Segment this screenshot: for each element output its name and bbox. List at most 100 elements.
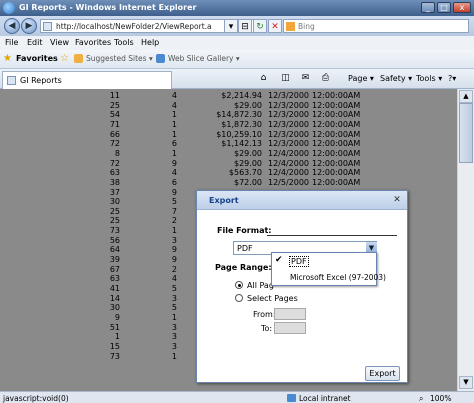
report-cell-amount: $14,872.30 xyxy=(216,110,262,120)
report-row: 72 9 $29.00 12/4/2000 12:00:00AM xyxy=(0,159,457,168)
menu-tools[interactable]: Tools xyxy=(114,38,134,47)
minimize-button[interactable]: _ xyxy=(421,2,435,13)
report-cell-amount: $1,142.13 xyxy=(221,139,262,149)
vertical-scrollbar[interactable]: ▲ ▼ xyxy=(457,89,474,391)
report-cell-amount: $72.00 xyxy=(234,177,262,187)
to-input[interactable] xyxy=(274,322,306,334)
report-cell-count: 1 xyxy=(171,110,177,120)
report-cell-date: 12/3/2000 xyxy=(268,129,310,139)
report-cell-time: 12:00:00AM xyxy=(312,129,361,139)
report-cell-qty: 25 xyxy=(109,100,120,110)
url-text: http://localhost/NewFolder2/ViewReport.a xyxy=(56,22,212,31)
search-placeholder: Bing xyxy=(298,22,315,31)
report-row: 66 1 $10,259.10 12/3/2000 12:00:00AM xyxy=(0,130,457,139)
address-bar: ◀ ▶ http://localhost/NewFolder2/ViewRepo… xyxy=(0,16,474,36)
report-cell-time: 12:00:00AM xyxy=(312,110,361,120)
feeds-icon[interactable]: ◫ xyxy=(280,73,291,84)
report-cell-qty: 72 xyxy=(109,158,120,168)
tools-menu[interactable]: Tools ▾ xyxy=(416,74,442,83)
report-cell-qty: 15 xyxy=(109,341,120,351)
to-label: To: xyxy=(261,324,273,333)
compatibility-view-icon[interactable]: ⊟ xyxy=(238,19,252,33)
menu-file[interactable]: File xyxy=(5,38,18,47)
close-icon[interactable]: ✕ xyxy=(392,195,402,205)
zoom-icon[interactable]: ⌕ xyxy=(419,394,423,403)
menu-help[interactable]: Help xyxy=(141,38,159,47)
report-cell-date: 12/5/2000 xyxy=(268,177,310,187)
tab-page-icon xyxy=(7,76,16,85)
help-menu[interactable]: ?▾ xyxy=(448,74,456,83)
report-cell-qty: 63 xyxy=(109,274,120,284)
favorites-button[interactable]: Favorites xyxy=(16,54,58,63)
close-window-button[interactable]: x xyxy=(453,2,471,13)
maximize-button[interactable]: □ xyxy=(437,2,451,13)
all-pages-radio[interactable] xyxy=(235,281,243,289)
stop-icon[interactable]: ✕ xyxy=(268,19,282,33)
report-cell-count: 1 xyxy=(171,351,177,361)
report-cell-amount: $10,259.10 xyxy=(216,129,262,139)
format-dropdown-list: ✔ PDF Microsoft Excel (97-2003) xyxy=(271,252,386,286)
select-pages-label[interactable]: Select Pages xyxy=(247,294,298,303)
report-cell-count: 9 xyxy=(171,245,177,255)
report-cell-count: 4 xyxy=(171,274,177,284)
report-cell-amount: $2,214.94 xyxy=(221,91,262,100)
web-slice-gallery-link[interactable]: Web Slice Gallery ▾ xyxy=(168,54,240,63)
report-cell-date: 12/4/2000 xyxy=(268,148,310,158)
zoom-level[interactable]: 100% xyxy=(430,394,451,403)
report-cell-qty: 9 xyxy=(114,312,120,322)
report-cell-qty: 63 xyxy=(109,168,120,178)
scroll-thumb[interactable] xyxy=(459,103,473,163)
all-pages-label[interactable]: All Pag xyxy=(247,281,274,290)
report-cell-qty: 73 xyxy=(109,351,120,361)
status-text: javascript:void(0) xyxy=(3,394,69,403)
report-cell-qty: 71 xyxy=(109,119,120,129)
report-row: 63 4 $563.70 12/4/2000 12:00:00AM xyxy=(0,168,457,177)
report-cell-amount: $29.00 xyxy=(234,100,262,110)
select-pages-radio[interactable] xyxy=(235,294,243,302)
tab-gi-reports[interactable]: GI Reports xyxy=(2,71,172,89)
report-cell-count: 4 xyxy=(171,91,177,100)
security-zone-text: Local intranet xyxy=(299,394,351,403)
report-cell-qty: 54 xyxy=(109,110,120,120)
report-cell-qty: 14 xyxy=(109,293,120,303)
export-button[interactable]: Export xyxy=(365,366,400,381)
option-pdf-label: PDF xyxy=(289,256,309,267)
address-dropdown-icon[interactable]: ▾ xyxy=(224,19,238,33)
report-cell-qty: 8 xyxy=(114,148,120,158)
report-row: 25 4 $29.00 12/3/2000 12:00:00AM xyxy=(0,101,457,110)
from-input[interactable] xyxy=(274,308,306,320)
suggested-sites-link[interactable]: Suggested Sites ▾ xyxy=(86,54,153,63)
report-row: 54 1 $14,872.30 12/3/2000 12:00:00AM xyxy=(0,110,457,119)
scroll-up-icon[interactable]: ▲ xyxy=(459,90,473,103)
mail-icon[interactable]: ✉ xyxy=(300,73,311,84)
favorites-bar: ★ Favorites ☆ Suggested Sites ▾ Web Slic… xyxy=(0,50,474,69)
menu-view[interactable]: View xyxy=(50,38,69,47)
report-cell-count: 1 xyxy=(171,312,177,322)
report-cell-qty: 1 xyxy=(114,332,120,342)
forward-button[interactable]: ▶ xyxy=(21,18,37,34)
print-icon[interactable]: ⎙ xyxy=(320,73,331,84)
back-button[interactable]: ◀ xyxy=(4,18,20,34)
report-cell-count: 3 xyxy=(171,322,177,332)
report-cell-date: 12/3/2000 xyxy=(268,119,310,129)
dialog-title: Export xyxy=(209,196,239,205)
safety-menu[interactable]: Safety ▾ xyxy=(380,74,412,83)
add-favorite-icon[interactable]: ☆ xyxy=(60,53,69,64)
ie-logo-icon xyxy=(3,2,15,14)
report-cell-count: 2 xyxy=(171,216,177,226)
option-excel[interactable]: Microsoft Excel (97-2003) xyxy=(272,271,386,284)
refresh-icon[interactable]: ↻ xyxy=(253,19,267,33)
search-input[interactable]: Bing xyxy=(283,19,469,33)
report-cell-count: 3 xyxy=(171,293,177,303)
favorites-star-icon[interactable]: ★ xyxy=(3,53,12,64)
report-cell-count: 9 xyxy=(171,255,177,265)
option-pdf[interactable]: ✔ PDF xyxy=(272,255,376,268)
report-cell-time: 12:00:00AM xyxy=(312,91,361,100)
report-cell-amount: $29.00 xyxy=(234,148,262,158)
menu-favorites[interactable]: Favorites xyxy=(75,38,111,47)
page-menu[interactable]: Page ▾ xyxy=(348,74,374,83)
scroll-down-icon[interactable]: ▼ xyxy=(459,376,473,389)
report-cell-date: 12/4/2000 xyxy=(268,168,310,178)
home-icon[interactable]: ⌂ xyxy=(258,73,269,84)
menu-edit[interactable]: Edit xyxy=(27,38,43,47)
